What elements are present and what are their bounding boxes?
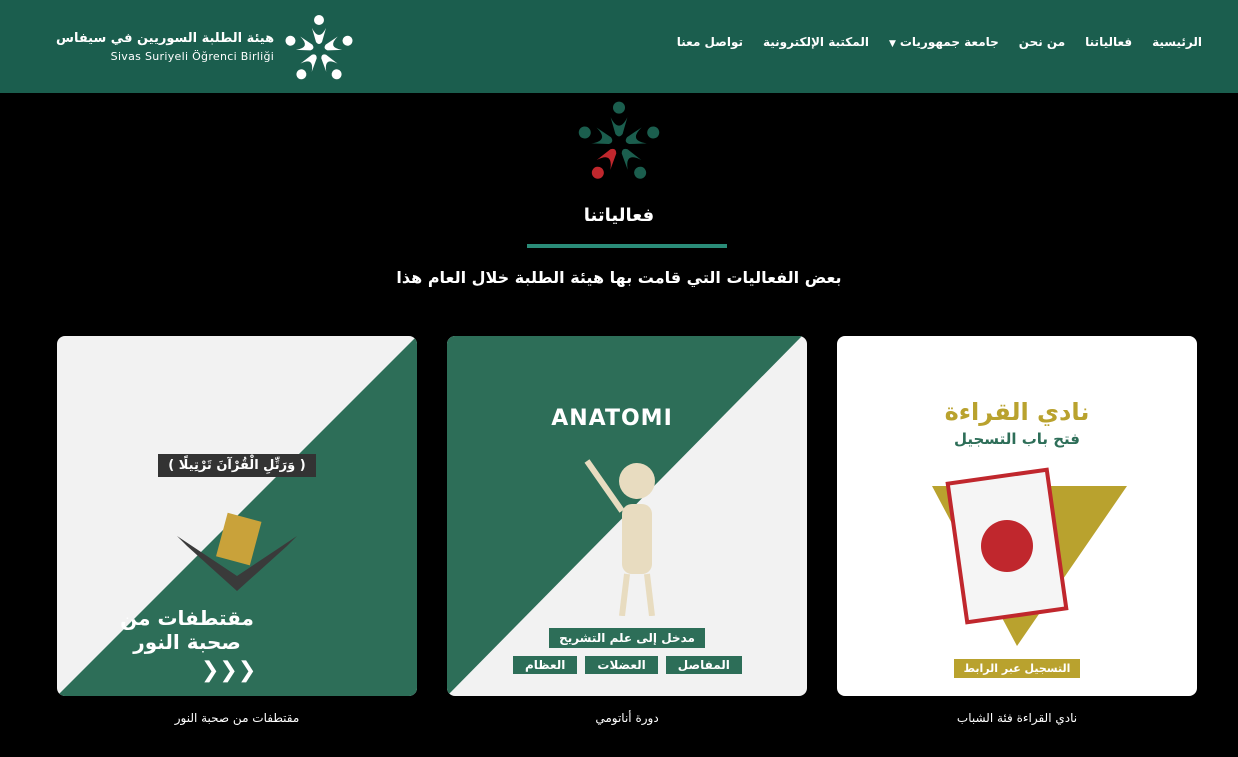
chevrons-icon: ❯❯❯: [201, 658, 257, 683]
card-image-title: مقتطفات من صحبة النور: [120, 606, 254, 654]
book-illustration: [932, 467, 1127, 646]
brand-name-tr: Sivas Suriyeli Öğrenci Birliği: [110, 50, 275, 63]
event-caption[interactable]: مقتطفات من صحبة النور: [57, 711, 417, 725]
section-title: فعالياتنا: [583, 205, 655, 226]
event-caption[interactable]: دورة أناتومي: [447, 711, 807, 725]
card-image-title: نادي القراءة: [944, 398, 1090, 426]
nav-university-label: جامعة جمهوريات: [899, 35, 999, 49]
brand-name-ar: هيئة الطلبة السوريين في سيفاس: [56, 31, 275, 46]
nav-home[interactable]: الرئيسية: [1152, 35, 1202, 49]
event-card-quran[interactable]: ( وَرَتِّلِ الْقُرْآنَ تَرْتِيلًا ) مقتط…: [57, 336, 417, 696]
card-image-tag: العظام: [513, 656, 578, 674]
brand[interactable]: هيئة الطلبة السوريين في سيفاس Sivas Suri…: [56, 12, 355, 82]
card-image-verse: ( وَرَتِّلِ الْقُرْآنَ تَرْتِيلًا ): [158, 454, 316, 477]
nav-library[interactable]: المكتبة الإلكترونية: [763, 35, 869, 49]
event-card-anatomy[interactable]: ANATOMI مدخل إلى علم التشريح العظام العض…: [447, 336, 807, 696]
card-image-title: ANATOMI: [551, 406, 673, 431]
register-link-button: التسجيل عبر الرابط: [953, 659, 1081, 678]
caret-down-icon: ▼: [888, 39, 896, 49]
title-underline: [527, 244, 727, 248]
nav-university[interactable]: جامعة جمهوريات▼: [889, 35, 999, 49]
card-image-tag: العضلات: [585, 656, 658, 674]
top-navbar: هيئة الطلبة السوريين في سيفاس Sivas Suri…: [0, 0, 1238, 93]
quran-stand-icon: [177, 512, 297, 591]
main-menu: تواصل معنا المكتبة الإلكترونية جامعة جمه…: [677, 35, 1202, 49]
event-caption[interactable]: نادي القراءة فئة الشباب: [837, 711, 1197, 725]
hero-logo-icon: [576, 101, 662, 182]
card-image-tag: المفاصل: [665, 656, 742, 674]
event-card-reading[interactable]: نادي القراءة فتح باب التسجيل التسجيل عبر…: [837, 336, 1197, 696]
nav-contact[interactable]: تواصل معنا: [677, 35, 743, 49]
nav-events[interactable]: فعالياتنا: [1085, 35, 1132, 49]
skeleton-icon: [584, 459, 655, 616]
card-image-subtitle: فتح باب التسجيل: [953, 430, 1081, 448]
people-star-logo-icon: [284, 15, 355, 82]
card-image-subtitle: مدخل إلى علم التشريح: [549, 628, 705, 648]
nav-about[interactable]: من نحن: [1019, 35, 1065, 49]
section-subtitle: بعض الفعاليات التي قامت بها هيئة الطلبة …: [396, 268, 842, 287]
